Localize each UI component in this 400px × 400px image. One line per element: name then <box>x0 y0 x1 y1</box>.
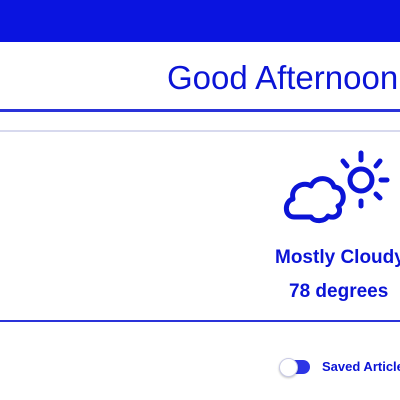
weather-temperature: 78 degrees <box>289 281 389 302</box>
saved-articles-toggle[interactable] <box>279 358 310 377</box>
section-divider <box>0 130 400 132</box>
weather-divider <box>0 320 400 322</box>
saved-articles-label: Saved Articles <box>322 359 400 374</box>
greeting-divider <box>0 109 400 112</box>
top-app-bar <box>0 0 400 42</box>
weather-condition: Mostly Cloudy <box>275 247 400 268</box>
partly-cloudy-icon <box>283 150 390 224</box>
toggle-knob <box>279 358 298 377</box>
greeting-heading: Good Afternoon <box>167 59 399 96</box>
